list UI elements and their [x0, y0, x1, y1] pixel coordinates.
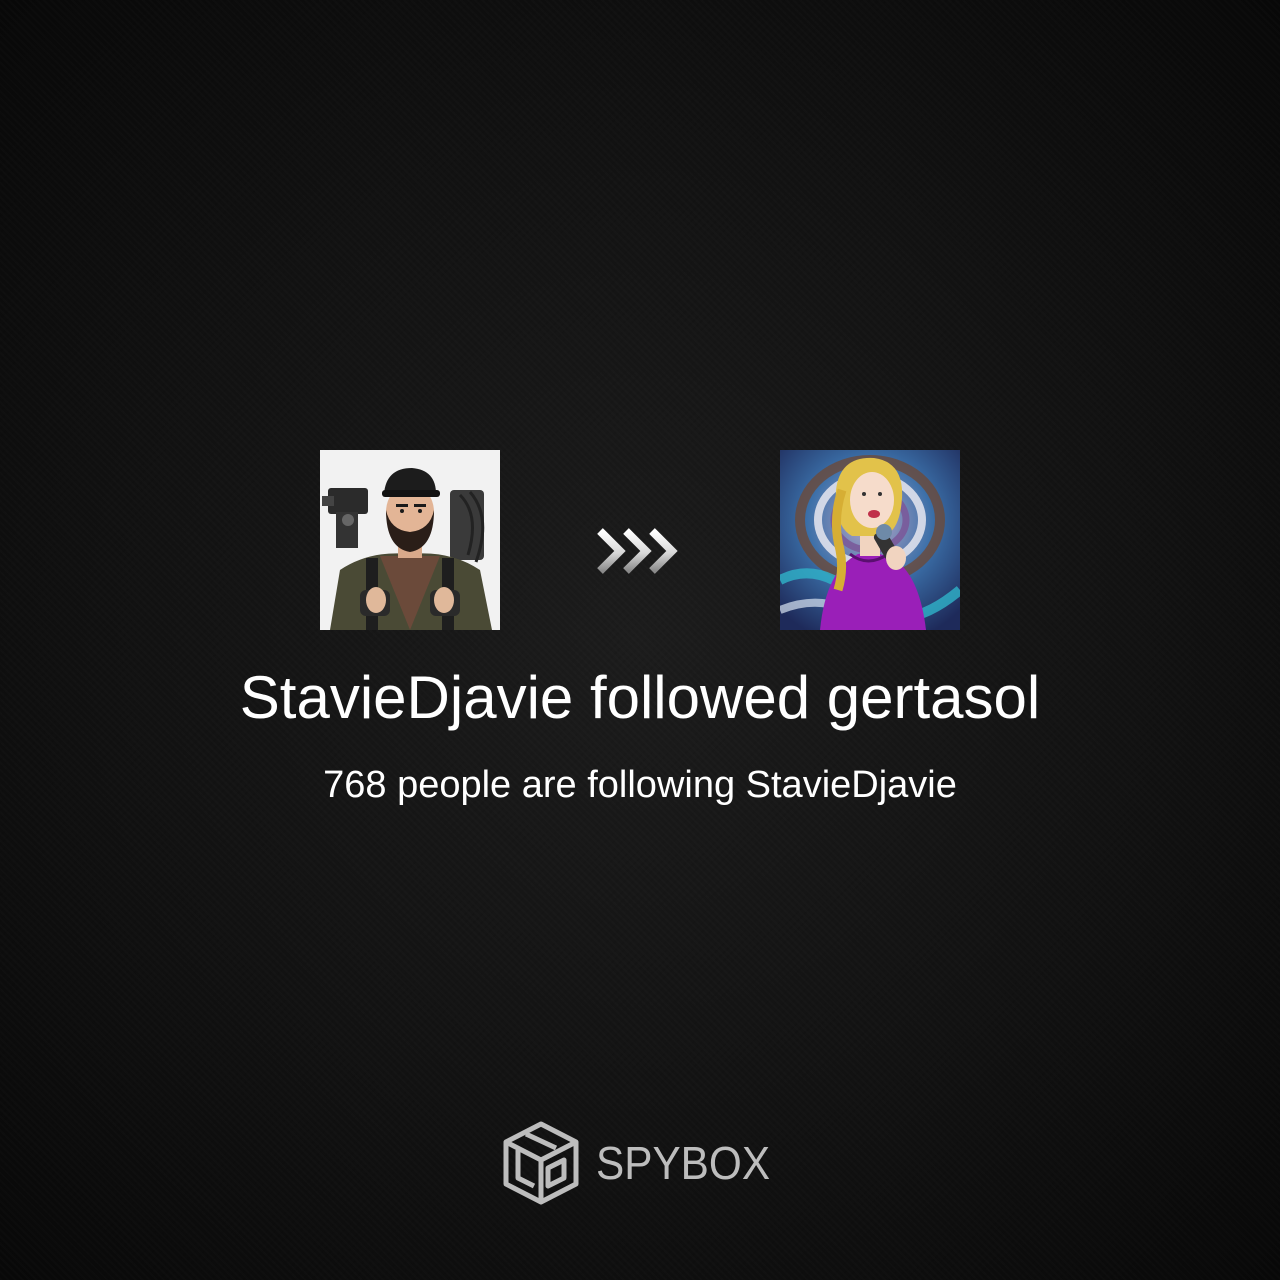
background-texture	[0, 0, 1280, 1280]
follower-count-text: 768 people are following StavieDjavie	[323, 764, 957, 806]
spybox-cube-logo	[498, 1118, 584, 1208]
follow-event-headline: StavieDjavie followed gertasol	[239, 664, 1041, 731]
followed-user-avatar[interactable]	[780, 450, 960, 630]
follower-avatar[interactable]	[320, 450, 500, 630]
spybox-brand[interactable]: SPYBOX	[498, 1118, 785, 1208]
blonde-singer-avatar	[780, 450, 960, 630]
brand-name: SPYBOX	[596, 1137, 771, 1189]
triple-chevron-right-icon	[596, 525, 684, 577]
bearded-cameraman-avatar	[320, 450, 500, 630]
